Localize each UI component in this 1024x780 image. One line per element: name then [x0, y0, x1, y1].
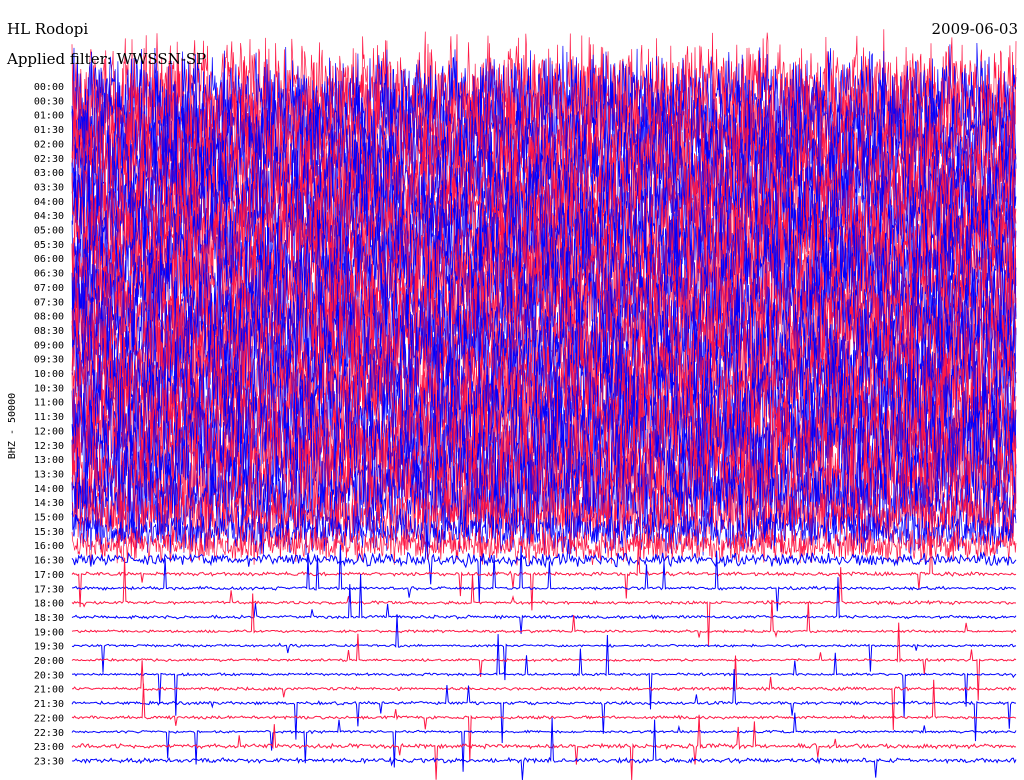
time-tick-label: 21:00 [34, 685, 64, 696]
time-tick-label: 09:30 [34, 355, 64, 366]
time-tick-label: 04:30 [34, 211, 64, 222]
trace-row-2300 [71, 714, 1017, 780]
time-tick-label: 14:30 [34, 498, 64, 509]
time-tick-label: 01:30 [34, 125, 64, 136]
time-tick-label: 19:00 [34, 627, 64, 638]
time-tick-label: 07:30 [34, 297, 64, 308]
time-tick-label: 01:00 [34, 111, 64, 122]
time-tick-label: 13:00 [34, 455, 64, 466]
time-tick-label: 07:00 [34, 283, 64, 294]
trace-row-2200 [71, 679, 1017, 762]
time-tick-label: 21:30 [34, 699, 64, 710]
time-tick-label: 09:00 [34, 340, 64, 351]
time-tick-label: 15:30 [34, 527, 64, 538]
time-tick-label: 08:30 [34, 326, 64, 337]
time-tick-label: 06:30 [34, 269, 64, 280]
time-tick-label: 03:30 [34, 182, 64, 193]
time-tick-label: 00:30 [34, 96, 64, 107]
time-tick-label: 20:30 [34, 670, 64, 681]
helicorder-chart: 00:00 00:30 01:00 01:30 02:00 02:30 03:00 03:30… [7, 29, 1017, 780]
time-tick-label: 11:30 [34, 412, 64, 423]
time-tick-label: 05:30 [34, 240, 64, 251]
time-tick-label: 23:00 [34, 742, 64, 753]
time-tick-label: 22:30 [34, 728, 64, 739]
time-tick-label: 08:00 [34, 312, 64, 323]
time-tick-label: 03:00 [34, 168, 64, 179]
trace-row-1800 [71, 557, 1017, 647]
time-tick-label: 11:00 [34, 398, 64, 409]
station-title: HL Rodopi [7, 20, 89, 38]
trace-group [71, 29, 1017, 780]
time-tick-label: 00:00 [34, 82, 64, 93]
time-tick-label: 20:00 [34, 656, 64, 667]
time-tick-label: 13:30 [34, 469, 64, 480]
time-tick-label: 18:00 [34, 599, 64, 610]
time-tick-label: 19:30 [34, 642, 64, 653]
trace-row-1830 [71, 574, 1017, 634]
date-label: 2009-06-03 [931, 20, 1018, 38]
time-tick-label: 12:30 [34, 441, 64, 452]
trace-row-2030 [71, 634, 1017, 718]
trace-row-1930 [71, 614, 1017, 681]
time-tick-label: 10:00 [34, 369, 64, 380]
channel-label: BHZ - 50000 [7, 393, 18, 459]
time-tick-label: 06:00 [34, 254, 64, 265]
time-tick-label: 16:00 [34, 541, 64, 552]
time-tick-label: 10:30 [34, 383, 64, 394]
time-tick-group: 00:00 00:30 01:00 01:30 02:00 02:30 03:00 03:30… [34, 82, 64, 767]
time-tick-label: 02:30 [34, 154, 64, 165]
time-tick-label: 05:00 [34, 226, 64, 237]
time-tick-label: 04:00 [34, 197, 64, 208]
trace-row-2100 [72, 655, 1017, 730]
time-tick-label: 17:30 [34, 584, 64, 595]
time-tick-label: 02:00 [34, 139, 64, 150]
time-tick-label: 22:00 [34, 713, 64, 724]
time-tick-label: 12:00 [34, 426, 64, 437]
filter-label: Applied filter: WWSSN-SP [7, 50, 207, 68]
time-tick-label: 17:00 [34, 570, 64, 581]
time-tick-label: 18:30 [34, 613, 64, 624]
time-tick-label: 15:00 [34, 513, 64, 524]
trace-row-1900 [71, 593, 1017, 638]
time-tick-label: 16:30 [34, 556, 64, 567]
trace-row-2330 [71, 717, 1017, 780]
time-tick-label: 23:30 [34, 756, 64, 767]
time-tick-label: 14:00 [34, 484, 64, 495]
